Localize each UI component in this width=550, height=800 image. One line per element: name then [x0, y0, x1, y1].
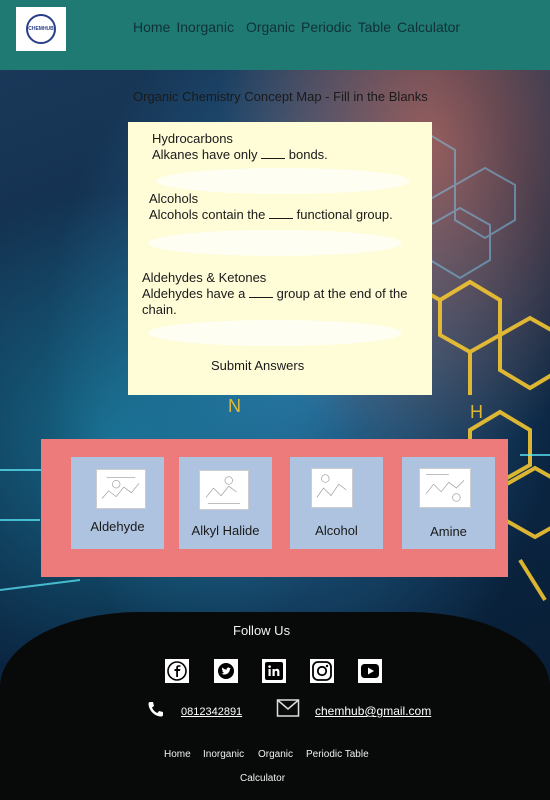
topic-label: Aldehyde	[90, 519, 145, 534]
logo-text: CHEMHUB	[28, 26, 54, 32]
alkyl-halide-structure-image	[199, 470, 249, 510]
linkedin-icon[interactable]	[262, 659, 286, 683]
site-logo[interactable]: CHEMHUB	[16, 7, 66, 51]
nav-inorganic[interactable]: Inorganic	[176, 19, 234, 35]
submit-answers-button[interactable]: Submit Answers	[211, 358, 304, 373]
question-alcohols: Alcohols Alcohols contain the functional…	[149, 191, 393, 223]
footer-nav-inorganic[interactable]: Inorganic	[203, 749, 244, 760]
site-footer: Follow Us 0812342891 chemhub@gmail.com H…	[0, 612, 550, 800]
question-hydrocarbons: Hydrocarbons Alkanes have only bonds.	[152, 131, 328, 163]
mail-icon	[276, 698, 300, 723]
blank-marker	[268, 209, 293, 219]
twitter-icon[interactable]	[214, 659, 238, 683]
footer-nav-home[interactable]: Home	[164, 749, 191, 760]
answer-input-3[interactable]	[148, 320, 402, 346]
logo-emblem: CHEMHUB	[26, 14, 56, 44]
question-aldehydes: Aldehydes & Ketones Aldehydes have a gro…	[142, 270, 430, 318]
phone-number-link[interactable]: 0812342891	[181, 706, 242, 718]
main-nav: Home Inorganic Organic Periodic Table Ca…	[133, 19, 466, 35]
alcohol-structure-image	[311, 468, 353, 508]
follow-us-heading: Follow Us	[233, 623, 291, 638]
answer-input-2[interactable]	[148, 230, 402, 256]
aldehyde-structure-image	[96, 469, 146, 509]
question-text: Alcohols contain the functional group.	[149, 207, 393, 222]
topic-card-aldehyde[interactable]: Aldehyde	[71, 457, 164, 549]
amine-structure-image	[419, 468, 471, 508]
footer-nav-organic[interactable]: Organic	[258, 749, 293, 760]
nav-periodic[interactable]: Periodic	[301, 19, 352, 35]
site-header: CHEMHUB Home Inorganic Organic Periodic …	[0, 0, 550, 70]
topic-label: Alcohol	[315, 523, 358, 538]
topic-card-amine[interactable]: Amine	[402, 457, 495, 549]
svg-text:H: H	[470, 402, 483, 422]
footer-nav-periodic-table[interactable]: Periodic Table	[306, 749, 369, 760]
blank-marker	[261, 149, 286, 159]
instagram-icon[interactable]	[310, 659, 334, 683]
question-topic: Hydrocarbons	[152, 131, 233, 146]
phone-icon	[147, 701, 165, 722]
blank-marker	[248, 288, 273, 298]
topic-label: Amine	[430, 524, 467, 539]
quiz-card: Hydrocarbons Alkanes have only bonds. Al…	[128, 122, 432, 395]
email-link[interactable]: chemhub@gmail.com	[315, 704, 431, 718]
nav-table[interactable]: Table	[358, 19, 391, 35]
question-text: Aldehydes have a group at the end of the…	[142, 286, 408, 317]
topic-card-alkyl-halide[interactable]: Alkyl Halide	[179, 457, 272, 549]
question-text: Alkanes have only bonds.	[152, 147, 328, 162]
nav-home[interactable]: Home	[133, 19, 170, 35]
footer-nav-calculator[interactable]: Calculator	[240, 773, 285, 784]
topic-card-alcohol[interactable]: Alcohol	[290, 457, 383, 549]
quiz-title: Organic Chemistry Concept Map - Fill in …	[133, 89, 428, 104]
topic-label: Alkyl Halide	[191, 523, 260, 538]
nav-calculator[interactable]: Calculator	[397, 19, 460, 35]
topics-panel: Aldehyde Alkyl Halide Alcohol Amine	[41, 439, 508, 577]
svg-text:N: N	[228, 396, 241, 416]
youtube-icon[interactable]	[358, 659, 382, 683]
nav-organic[interactable]: Organic	[246, 19, 295, 35]
question-topic: Alcohols	[149, 191, 199, 206]
question-topic: Aldehydes & Ketones	[142, 270, 267, 285]
facebook-icon[interactable]	[165, 659, 189, 683]
